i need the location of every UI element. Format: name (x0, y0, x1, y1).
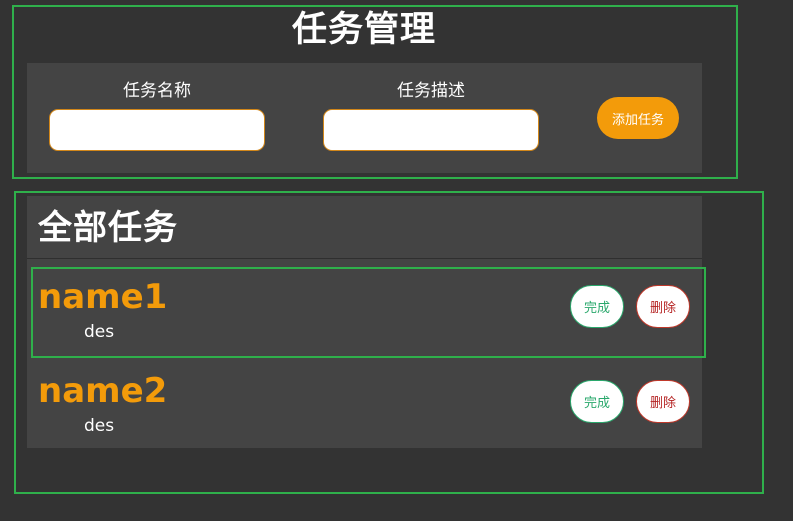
page-title: 任务管理 (291, 10, 436, 50)
add-task-button[interactable]: 添加任务 (597, 97, 679, 139)
task-name-label: 任务名称 (123, 81, 191, 101)
add-task-form: 任务名称 任务描述 添加任务 (27, 63, 702, 173)
task-desc-input[interactable] (323, 109, 539, 151)
list-divider (27, 258, 702, 259)
delete-task-button[interactable]: 删除 (636, 380, 690, 423)
task-desc: des (84, 416, 115, 436)
selected-task-outline (31, 267, 706, 358)
task-desc-label: 任务描述 (397, 81, 465, 101)
complete-task-button[interactable]: 完成 (570, 380, 624, 423)
task-list-title: 全部任务 (38, 208, 178, 248)
task-name-input[interactable] (49, 109, 265, 151)
task-name: name2 (38, 371, 168, 411)
